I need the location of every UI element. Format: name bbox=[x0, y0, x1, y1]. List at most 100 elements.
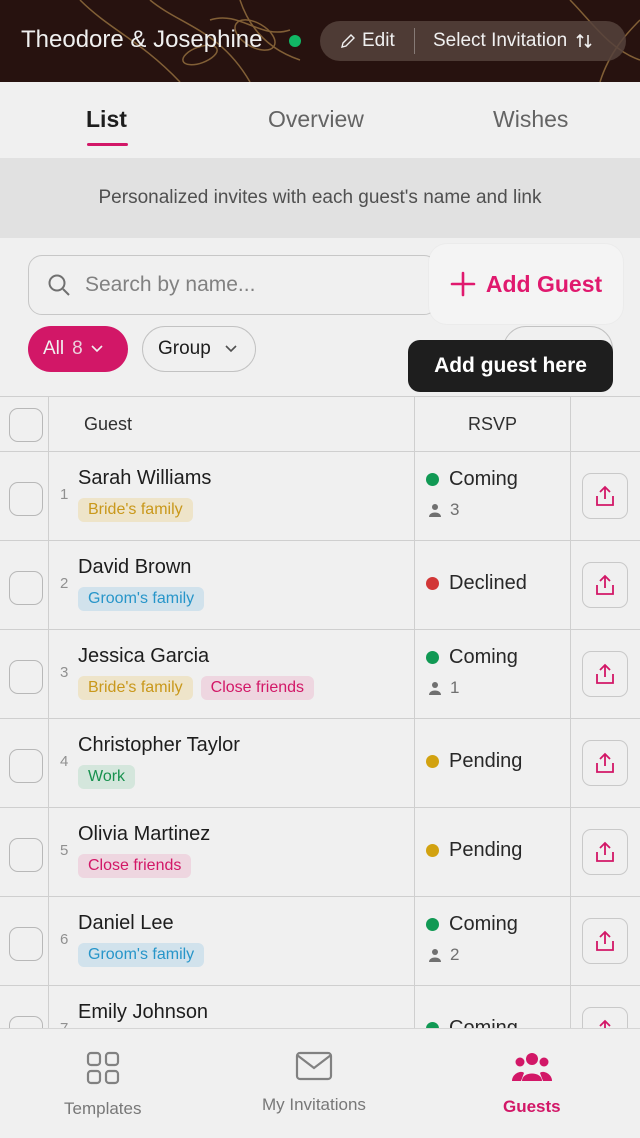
rsvp-status: Coming bbox=[426, 468, 518, 491]
filter-all-label: All bbox=[43, 338, 65, 359]
filter-all-chip[interactable]: All 8 bbox=[28, 326, 128, 372]
guest-name[interactable]: Daniel Lee bbox=[78, 912, 174, 935]
table-row[interactable]: 4 Christopher Taylor Work Pending bbox=[0, 719, 640, 808]
guest-name[interactable]: David Brown bbox=[78, 556, 191, 579]
guest-tags: Bride's family bbox=[78, 498, 193, 522]
share-icon bbox=[596, 930, 614, 951]
row-checkbox[interactable] bbox=[9, 660, 43, 694]
status-dot bbox=[426, 577, 439, 590]
share-invite-button[interactable] bbox=[582, 651, 628, 697]
table-row[interactable]: 2 David Brown Groom's family Declined bbox=[0, 541, 640, 630]
table-header: Guest RSVP bbox=[0, 396, 640, 453]
share-invite-button[interactable] bbox=[582, 740, 628, 786]
online-status-dot bbox=[289, 35, 301, 47]
group-tag: Groom's family bbox=[78, 587, 205, 611]
share-invite-button[interactable] bbox=[582, 562, 628, 608]
search-icon bbox=[48, 274, 70, 296]
guest-name[interactable]: Jessica Garcia bbox=[78, 645, 209, 668]
search-placeholder: Search by name... bbox=[85, 273, 256, 296]
row-number: 4 bbox=[60, 753, 69, 770]
column-divider bbox=[414, 397, 415, 453]
guest-name[interactable]: Sarah Williams bbox=[78, 467, 211, 490]
row-checkbox[interactable] bbox=[9, 571, 43, 605]
column-divider bbox=[48, 452, 49, 541]
app-header: Theodore & Josephine Edit Select Invitat… bbox=[0, 0, 640, 82]
column-divider bbox=[48, 897, 49, 986]
chevron-down-icon bbox=[225, 345, 237, 353]
chevron-down-icon bbox=[91, 345, 103, 353]
guest-name[interactable]: Christopher Taylor bbox=[78, 734, 240, 757]
filter-group-chip[interactable]: Group bbox=[142, 326, 256, 372]
party-size-value: 1 bbox=[450, 678, 460, 697]
info-banner: Personalized invites with each guest's n… bbox=[0, 158, 640, 238]
pencil-icon bbox=[341, 34, 355, 48]
guest-tags: Groom's family bbox=[78, 943, 205, 967]
column-divider bbox=[48, 719, 49, 808]
group-tag: Groom's family bbox=[78, 943, 205, 967]
status-dot bbox=[426, 755, 439, 768]
column-divider bbox=[414, 808, 415, 897]
nav-my-invitations[interactable]: My Invitations bbox=[262, 1051, 366, 1115]
rsvp-status-label: Pending bbox=[449, 750, 523, 772]
event-title: Theodore & Josephine bbox=[21, 26, 263, 53]
column-divider bbox=[48, 397, 49, 453]
grid-icon bbox=[86, 1051, 119, 1085]
tab-bar: List Overview Wishes bbox=[0, 82, 640, 158]
rsvp-status-label: Coming bbox=[449, 468, 518, 490]
search-input[interactable]: Search by name... bbox=[28, 255, 438, 315]
share-invite-button[interactable] bbox=[582, 918, 628, 964]
table-row[interactable]: 1 Sarah Williams Bride's family Coming 3 bbox=[0, 452, 640, 541]
share-icon bbox=[596, 841, 614, 862]
rsvp-status: Pending bbox=[426, 750, 522, 773]
plus-icon bbox=[450, 271, 476, 297]
column-divider bbox=[414, 897, 415, 986]
column-divider bbox=[414, 541, 415, 630]
edit-button[interactable]: Edit bbox=[320, 30, 414, 52]
party-size: 2 bbox=[428, 945, 459, 965]
guest-name[interactable]: Olivia Martinez bbox=[78, 823, 210, 846]
tab-overview[interactable]: Overview bbox=[268, 106, 364, 133]
guest-tags: Work bbox=[78, 765, 136, 789]
row-checkbox[interactable] bbox=[9, 927, 43, 961]
select-all-checkbox[interactable] bbox=[9, 408, 43, 442]
rsvp-status-label: Coming bbox=[449, 913, 518, 935]
column-divider bbox=[414, 630, 415, 719]
share-invite-button[interactable] bbox=[582, 829, 628, 875]
row-checkbox[interactable] bbox=[9, 838, 43, 872]
guest-name[interactable]: Emily Johnson bbox=[78, 1001, 208, 1024]
column-header-guest[interactable]: Guest bbox=[84, 414, 132, 435]
row-checkbox[interactable] bbox=[9, 749, 43, 783]
group-tag: Close friends bbox=[200, 676, 315, 700]
status-dot bbox=[426, 844, 439, 857]
column-divider bbox=[570, 452, 571, 541]
table-row[interactable]: 5 Olivia Martinez Close friends Pending bbox=[0, 808, 640, 897]
select-invitation-label: Select Invitation bbox=[433, 30, 568, 51]
guest-tags: Groom's family bbox=[78, 587, 205, 611]
row-checkbox[interactable] bbox=[9, 482, 43, 516]
table-row[interactable]: 3 Jessica Garcia Bride's family Close frien… bbox=[0, 630, 640, 719]
column-divider bbox=[48, 541, 49, 630]
column-header-rsvp[interactable]: RSVP bbox=[468, 414, 517, 435]
row-number: 6 bbox=[60, 931, 69, 948]
bottom-navigation: Templates My Invitations Guests bbox=[0, 1028, 640, 1138]
row-number: 2 bbox=[60, 575, 69, 592]
rsvp-status-label: Declined bbox=[449, 572, 527, 594]
share-icon bbox=[596, 663, 614, 684]
table-row[interactable]: 6 Daniel Lee Groom's family Coming 2 bbox=[0, 897, 640, 986]
column-divider bbox=[570, 719, 571, 808]
header-action-pill: Edit Select Invitation bbox=[320, 21, 626, 61]
share-invite-button[interactable] bbox=[582, 473, 628, 519]
tab-wishes[interactable]: Wishes bbox=[493, 106, 568, 133]
guest-tags: Close friends bbox=[78, 854, 192, 878]
add-guest-button[interactable]: Add Guest bbox=[429, 244, 623, 324]
nav-guests[interactable]: Guests bbox=[503, 1051, 561, 1117]
nav-templates[interactable]: Templates bbox=[64, 1051, 141, 1119]
column-divider bbox=[48, 630, 49, 719]
column-divider bbox=[570, 630, 571, 719]
rsvp-status: Coming bbox=[426, 646, 518, 669]
select-invitation-button[interactable]: Select Invitation bbox=[415, 30, 593, 52]
column-divider bbox=[414, 452, 415, 541]
tab-list[interactable]: List bbox=[86, 106, 127, 133]
guest-tags: Bride's family Close friends bbox=[78, 676, 315, 700]
group-tag: Bride's family bbox=[78, 676, 193, 700]
